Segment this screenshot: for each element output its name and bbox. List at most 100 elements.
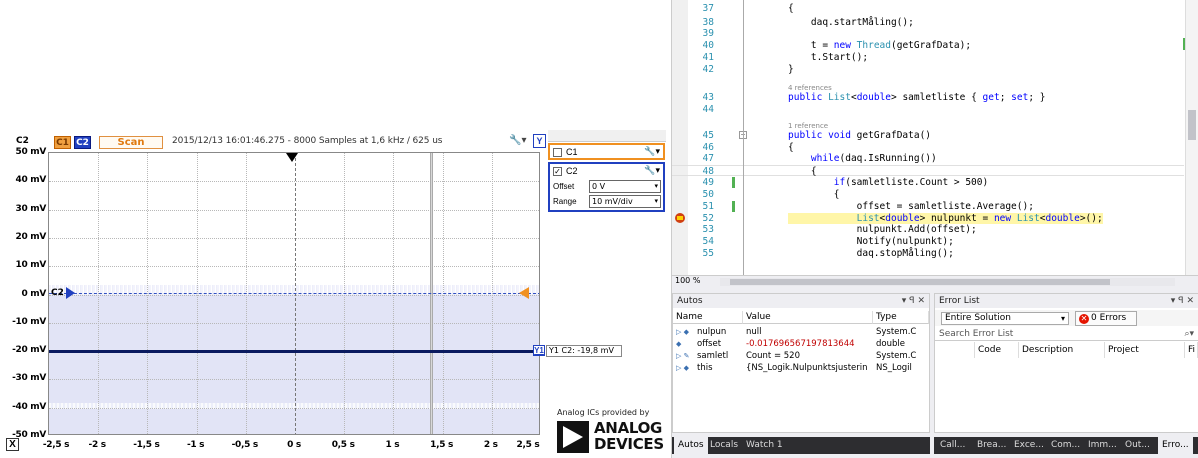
x-tick-label: -2 s bbox=[88, 440, 107, 450]
window-controls-icon[interactable]: ▾ ꟼ ✕ bbox=[902, 294, 925, 308]
channel-2-toggle[interactable]: C2 bbox=[74, 136, 91, 149]
code-text: t.Start(); bbox=[788, 52, 869, 63]
column-header-name[interactable]: Name bbox=[673, 311, 743, 324]
editor-vertical-scrollbar[interactable] bbox=[1185, 0, 1198, 275]
tab-locals[interactable]: Locals bbox=[706, 437, 742, 454]
code-line[interactable]: 51 offset = samletliste.Average(); bbox=[672, 201, 1184, 212]
variable-icon[interactable]: ▷ ◆ bbox=[676, 326, 698, 338]
tab-output-2[interactable]: Exce... bbox=[1010, 437, 1048, 454]
code-text: List<double> nulpunkt = new List<double>… bbox=[788, 213, 1103, 224]
tools-dropdown-icon[interactable]: 🔧▾ bbox=[509, 135, 526, 146]
range-select[interactable]: 10 mV/div ▾ bbox=[589, 195, 661, 208]
x-tick-label: 0,5 s bbox=[331, 440, 355, 450]
search-icon[interactable]: ⌕▾ bbox=[1184, 327, 1194, 341]
column-header-project[interactable]: Project bbox=[1105, 342, 1185, 358]
channel-2-offset-arrow-icon[interactable] bbox=[66, 287, 75, 299]
column-header-value[interactable]: Value bbox=[743, 311, 873, 324]
y1-cursor-button[interactable]: Y1 bbox=[533, 345, 545, 356]
grid-line bbox=[295, 153, 296, 434]
code-line[interactable]: 47 while(daq.IsRunning()) bbox=[672, 153, 1184, 164]
column-header-file[interactable]: Fi bbox=[1185, 342, 1198, 358]
autos-row[interactable]: ▷ ◆ this {NS_Logik.Nulpunktsjusterin NS_Log… bbox=[673, 362, 931, 374]
variable-icon[interactable]: ▷ ◆ bbox=[676, 362, 698, 374]
code-line[interactable]: 38 daq.startMåling(); bbox=[672, 17, 1184, 28]
line-number: 40 bbox=[702, 40, 714, 51]
channel-1-panel[interactable]: C1 🔧▾ bbox=[548, 143, 665, 160]
channel-2-checkbox[interactable]: ✓ bbox=[553, 167, 562, 176]
codelens-references[interactable]: 1 reference bbox=[788, 122, 828, 131]
channel-1-settings-icon[interactable]: 🔧▾ bbox=[644, 146, 660, 157]
tab-output-6[interactable]: Erro... bbox=[1158, 437, 1193, 454]
code-line[interactable]: 48 { bbox=[672, 165, 1184, 177]
acquisition-info: 2015/12/13 16:01:46.275 - 8000 Samples a… bbox=[172, 136, 443, 146]
tab-autos[interactable]: Autos bbox=[674, 437, 708, 454]
time-cursor[interactable] bbox=[430, 153, 433, 434]
code-line[interactable]: 39 bbox=[672, 28, 1184, 39]
errors-filter-button[interactable]: ✕ 0 Errors bbox=[1075, 311, 1137, 326]
variable-icon[interactable]: ▷ ✎ bbox=[676, 350, 698, 362]
column-header-icon[interactable] bbox=[935, 342, 975, 358]
autos-row[interactable]: ▷ ◆ nulpun null System.C bbox=[673, 326, 931, 338]
window-controls-icon[interactable]: ▾ ꟼ ✕ bbox=[1171, 294, 1194, 308]
channel-1-checkbox[interactable] bbox=[553, 148, 562, 157]
line-number: 53 bbox=[702, 224, 714, 235]
tab-output-4[interactable]: Imm... bbox=[1084, 437, 1121, 454]
code-text: { bbox=[788, 189, 840, 200]
code-line[interactable]: 44 bbox=[672, 104, 1184, 115]
codelens-references[interactable]: 4 references bbox=[788, 84, 832, 93]
range-label: Range bbox=[553, 197, 577, 206]
autos-title: Autos bbox=[677, 296, 703, 306]
column-header-code[interactable]: Code bbox=[975, 342, 1019, 358]
code-text: nulpunkt.Add(offset); bbox=[788, 224, 977, 235]
line-number: 50 bbox=[702, 189, 714, 200]
scrollbar-thumb[interactable] bbox=[730, 279, 1110, 285]
error-list-title: Error List bbox=[939, 296, 980, 306]
tab-output-1[interactable]: Brea... bbox=[973, 437, 1010, 454]
code-line[interactable]: 52 List<double> nulpunkt = new List<doub… bbox=[672, 213, 1184, 224]
code-line[interactable]: 54 Notify(nulpunkt); bbox=[672, 236, 1184, 247]
tab-output-0[interactable]: Call... bbox=[936, 437, 969, 454]
error-search-input[interactable]: Search Error List ⌕▾ bbox=[935, 327, 1198, 341]
code-line[interactable]: 53 nulpunkt.Add(offset); bbox=[672, 224, 1184, 235]
autos-row[interactable]: ▷ ✎ samletl Count = 520 System.C bbox=[673, 350, 931, 362]
error-scope-select[interactable]: Entire Solution ▾ bbox=[941, 312, 1069, 325]
x-axis-button[interactable]: X bbox=[6, 438, 19, 451]
trigger-position-marker[interactable] bbox=[286, 153, 298, 162]
logo-triangle bbox=[563, 426, 583, 448]
code-line[interactable]: 49 if(samletliste.Count > 500) bbox=[672, 177, 1184, 188]
zoom-level[interactable]: 100 % bbox=[675, 276, 700, 285]
scope-plot[interactable] bbox=[48, 152, 540, 435]
code-line[interactable]: 50 { bbox=[672, 189, 1184, 200]
trigger-level-arrow-icon[interactable] bbox=[519, 287, 529, 299]
code-text: t = new Thread(getGrafData); bbox=[788, 40, 972, 51]
autos-cell-value: null bbox=[746, 327, 762, 337]
code-line[interactable]: 41 t.Start(); bbox=[672, 52, 1184, 63]
errors-count-label: 0 Errors bbox=[1091, 313, 1127, 323]
tab-output-3[interactable]: Com... bbox=[1047, 437, 1084, 454]
code-line[interactable]: 55 daq.stopMåling(); bbox=[672, 248, 1184, 259]
y-axis-button[interactable]: Y bbox=[533, 134, 546, 148]
code-line[interactable]: 43 public List<double> samletliste { get;… bbox=[672, 92, 1184, 103]
offset-select[interactable]: 0 V ▾ bbox=[589, 180, 661, 193]
channel-2-settings-icon[interactable]: 🔧▾ bbox=[644, 165, 660, 176]
code-line[interactable]: 42} bbox=[672, 64, 1184, 75]
channel-1-toggle[interactable]: C1 bbox=[54, 136, 71, 149]
code-text: Notify(nulpunkt); bbox=[788, 236, 954, 247]
code-text: daq.startMåling(); bbox=[788, 17, 914, 28]
scan-button[interactable]: Scan bbox=[99, 136, 163, 149]
channel-2-panel-label: C2 bbox=[566, 166, 578, 176]
autos-row[interactable]: ◆ offset -0.017696567197813644 double bbox=[673, 338, 931, 350]
tab-output-5[interactable]: Out... bbox=[1121, 437, 1154, 454]
code-line[interactable]: 40 t = new Thread(getGrafData); bbox=[672, 40, 1184, 51]
column-header-type[interactable]: Type bbox=[873, 311, 929, 324]
editor-horizontal-scrollbar[interactable] bbox=[720, 278, 1175, 286]
y-tick-label: 10 mV bbox=[15, 260, 46, 271]
code-line[interactable]: 37 { bbox=[672, 3, 1184, 14]
code-line[interactable]: 46 { bbox=[672, 142, 1184, 153]
column-header-description[interactable]: Description bbox=[1019, 342, 1105, 358]
breakpoint-current-statement-icon[interactable] bbox=[675, 213, 685, 223]
scrollbar-thumb[interactable] bbox=[1188, 110, 1196, 140]
tab-watch-1[interactable]: Watch 1 bbox=[742, 437, 787, 454]
code-line[interactable]: 45 public void getGrafData() bbox=[672, 130, 1184, 141]
code-editor[interactable]: 37{ 38 daq.startMåling(); 39 40 t = new Thr… bbox=[672, 0, 1198, 275]
